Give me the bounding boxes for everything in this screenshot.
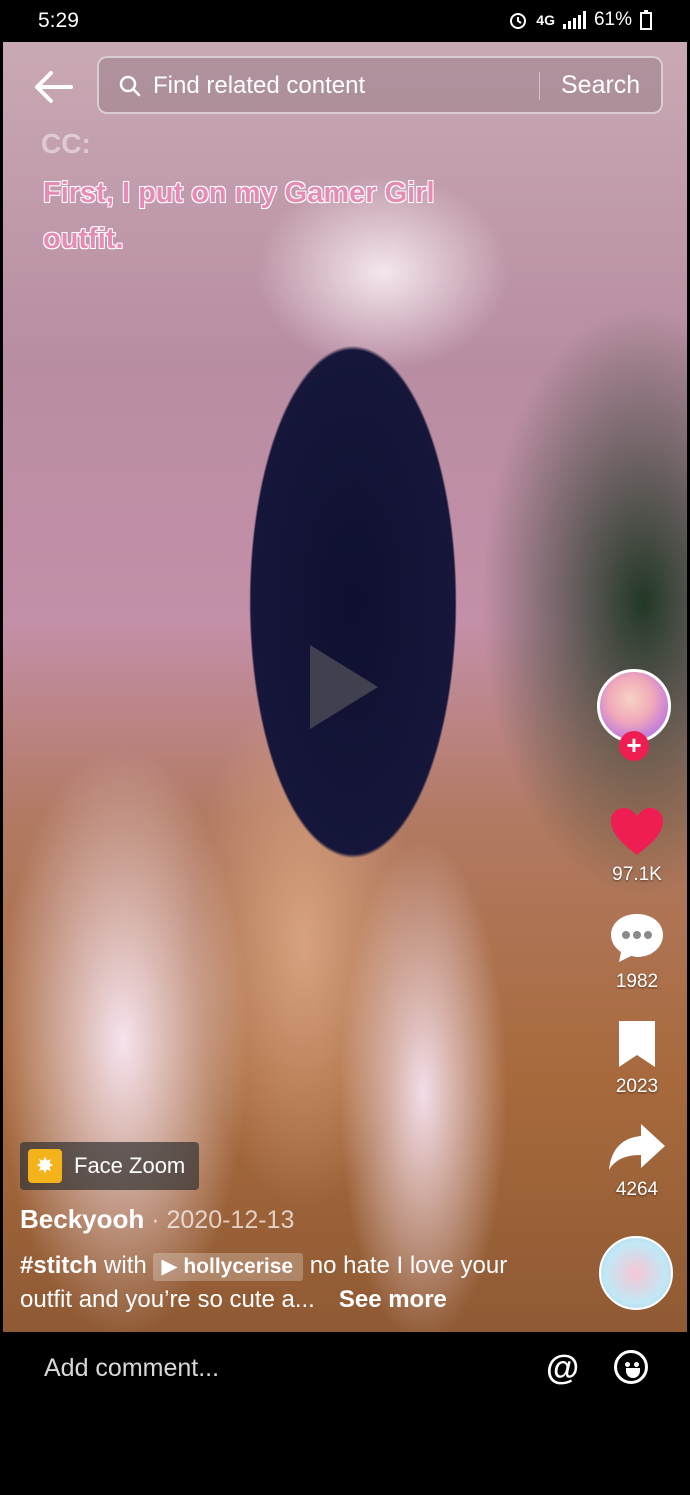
video-caption: First, I put on my Gamer Girl outfit. [43,177,435,255]
like-count: 97.1K [612,864,662,885]
search-icon [119,75,141,97]
battery-level: 61% [593,9,632,30]
author-name[interactable]: Beckyooh [20,1204,144,1234]
battery-icon [640,10,652,30]
share-arrow-icon [609,1124,665,1170]
status-icons: 4G 61% [508,9,652,31]
back-arrow-icon[interactable] [33,70,73,104]
share-count: 4264 [615,1179,659,1200]
mention-label: hollycerise [183,1255,294,1278]
play-icon[interactable] [310,645,378,729]
with-text: with [97,1252,154,1279]
post-meta: Beckyooh · 2020-12-13 #stitch with ▶ hol… [20,1204,540,1317]
emoji-icon[interactable] [614,1350,648,1384]
emoji-eye-right [634,1362,639,1367]
search-bar[interactable]: Find related content Search [97,56,663,114]
comment-button[interactable]: 1982 [597,912,677,993]
see-more-link[interactable]: See more [339,1286,447,1313]
signal-icon [562,11,586,29]
status-bar: 5:29 4G 61% [0,0,690,42]
comment-bar: Add comment... @ [0,1332,690,1408]
search-input[interactable]: Find related content [153,72,365,100]
post-date: · 2020-12-13 [144,1206,295,1234]
follow-plus-icon[interactable]: + [619,731,649,761]
emoji-mouth [626,1368,640,1378]
effect-label: Face Zoom [74,1153,186,1178]
mention-at-icon[interactable]: @ [546,1349,579,1388]
bookmark-icon [619,1021,655,1067]
like-button[interactable]: 97.1K [597,807,677,886]
creator-avatar-button[interactable]: + [597,669,677,761]
comment-count: 1982 [615,971,659,992]
emoji-eye-left [625,1362,630,1367]
status-time: 5:29 [38,9,79,32]
music-disc-icon[interactable] [599,1236,673,1310]
search-divider [539,72,540,100]
video-player[interactable]: Find related content Search CC: First, I… [3,42,687,1332]
save-count: 2023 [615,1076,659,1097]
top-bar: Find related content Search [3,56,687,116]
share-button[interactable]: 4264 [597,1122,677,1201]
post-description: #stitch with ▶ hollycerise no hate I lov… [20,1249,540,1317]
save-button[interactable]: 2023 [597,1019,677,1098]
network-type: 4G [536,12,555,28]
comment-input[interactable]: Add comment... [44,1354,219,1383]
effect-chip[interactable]: ✸ Face Zoom [20,1142,200,1190]
effect-sparkle-icon: ✸ [28,1149,62,1183]
alarm-icon [510,13,527,29]
comment-icon [611,914,663,962]
play-small-icon: ▶ [161,1255,184,1278]
heart-icon [611,808,663,855]
stitched-user-link[interactable]: ▶ hollycerise [153,1253,304,1281]
search-button[interactable]: Search [561,71,640,100]
caption-prefix: CC: [41,128,91,159]
hashtag-link[interactable]: #stitch [20,1252,97,1279]
